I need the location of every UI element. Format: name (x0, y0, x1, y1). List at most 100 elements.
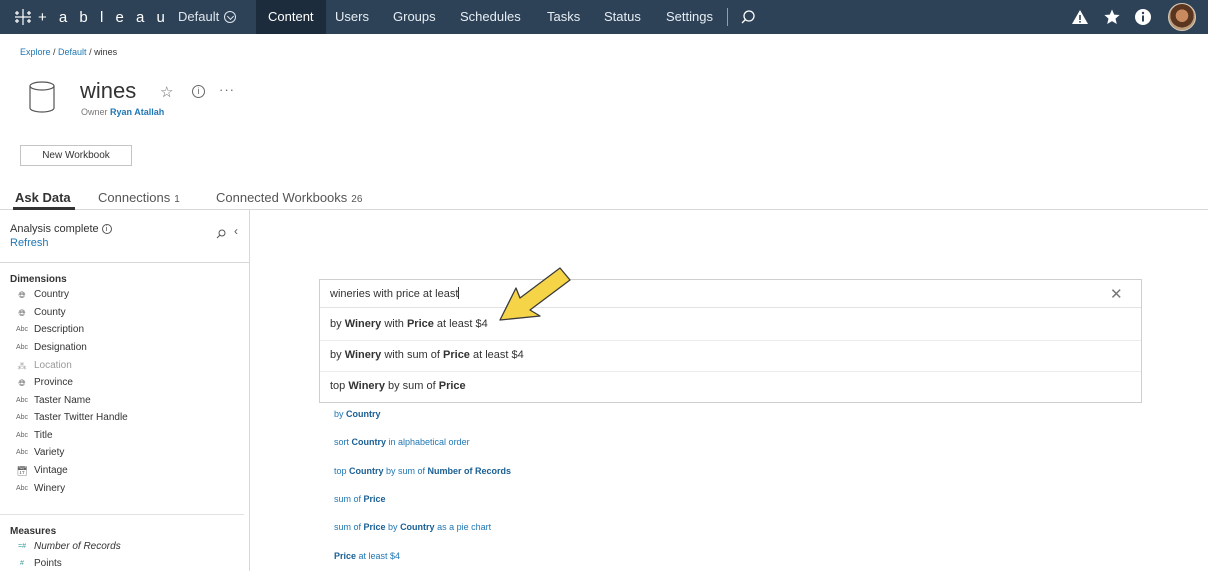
tab-label: Ask Data (15, 190, 71, 205)
site-selector[interactable]: Default (178, 9, 237, 24)
geo-hierarchy-icon: ⁂ (17, 361, 27, 371)
nav-settings[interactable]: Settings (654, 0, 725, 34)
clear-icon[interactable]: ✕ (1110, 285, 1123, 303)
datasource-cylinder-icon (29, 81, 55, 113)
field-name: Taster Twitter Handle (34, 412, 128, 423)
field-name: Vintage (34, 465, 68, 476)
fields-panel: Analysis complete i Refresh ‹ Dimensions … (0, 210, 250, 571)
breadcrumb-separator: / (50, 47, 59, 57)
top-nav-bar: + a b l e a u Default Content Users Grou… (0, 0, 1208, 34)
field-item[interactable]: 📅︎ Vintage (10, 464, 68, 478)
sugg-field: Winery (344, 318, 382, 330)
rec-text: sort (334, 437, 352, 447)
nav-users[interactable]: Users (323, 0, 381, 34)
rec-text: at least $4 (356, 551, 401, 561)
alert-icon[interactable] (1071, 8, 1089, 26)
favorite-star-icon[interactable]: ☆ (160, 83, 173, 101)
nav-content[interactable]: Content (256, 0, 326, 34)
chevron-down-icon (224, 10, 237, 23)
field-name: Designation (34, 342, 87, 353)
sugg-text: with (381, 318, 407, 330)
breadcrumb-explore[interactable]: Explore (20, 47, 51, 57)
rec-text: top (334, 466, 350, 476)
field-item[interactable]: Abc Title (10, 429, 53, 443)
collapse-panel-icon[interactable]: ‹ (234, 224, 238, 238)
more-actions-icon[interactable]: ··· (219, 82, 235, 97)
string-type-icon: Abc (15, 397, 29, 404)
field-item[interactable]: Abc Taster Name (10, 394, 91, 408)
tab-connected-workbooks[interactable]: Connected Workbooks 26 (216, 190, 362, 205)
suggestion-item[interactable]: by Winery with Price at least $4 (330, 318, 488, 330)
field-item[interactable]: =# Number of Records (10, 540, 121, 554)
user-avatar[interactable] (1168, 3, 1196, 31)
tab-label: Connected Workbooks (216, 190, 348, 205)
tab-count: 26 (351, 194, 363, 205)
nav-tasks[interactable]: Tasks (535, 0, 592, 34)
sugg-text: at least $4 (433, 318, 488, 330)
recommendation-item[interactable]: by Country (334, 409, 381, 419)
suggestion-item[interactable]: top Winery by sum of Price (330, 380, 466, 392)
field-name: Country (34, 289, 70, 300)
info-icon[interactable]: i (101, 224, 112, 234)
measures-heading: Measures (10, 526, 57, 537)
owner-line: Owner Ryan Atallah (81, 107, 164, 117)
recommendation-item[interactable]: sum of Price (334, 494, 386, 504)
globe-icon: 🌐︎ (18, 308, 26, 318)
recommendation-item[interactable]: top Country by sum of Number of Records (334, 466, 511, 476)
suggestion-item[interactable]: by Winery with sum of Price at least $4 (330, 349, 524, 361)
ask-data-input[interactable]: wineries with price at least ✕ (320, 280, 1141, 308)
help-info-icon[interactable] (1134, 8, 1152, 26)
rec-text: sum of (334, 522, 364, 532)
field-item[interactable]: Abc Variety (10, 446, 64, 460)
info-icon[interactable]: i (192, 85, 205, 98)
rec-field: Country (349, 466, 384, 476)
field-item[interactable]: ⁂ Location (10, 359, 72, 373)
field-name: Points (34, 558, 62, 569)
nav-status[interactable]: Status (592, 0, 653, 34)
favorites-star-icon[interactable] (1103, 8, 1121, 26)
tab-bar: Ask Data Connections 1 Connected Workbook… (0, 188, 1208, 210)
string-type-icon: Abc (15, 326, 29, 333)
string-type-icon: Abc (15, 414, 29, 421)
divider (0, 514, 244, 515)
new-workbook-button[interactable]: New Workbook (20, 145, 132, 166)
breadcrumb-default[interactable]: Default (58, 47, 87, 57)
rec-field: Price (363, 522, 386, 532)
field-item[interactable]: 🌐︎ Country (10, 288, 69, 302)
nav-divider (727, 8, 728, 26)
sugg-text: at least $4 (469, 349, 524, 361)
rec-text: as a pie chart (434, 522, 492, 532)
field-item[interactable]: # Points (10, 557, 62, 571)
refresh-link[interactable]: Refresh (10, 237, 49, 249)
field-item[interactable]: Abc Taster Twitter Handle (10, 411, 128, 425)
owner-name-link[interactable]: Ryan Atallah (110, 107, 164, 117)
tab-count: 1 (174, 194, 180, 205)
search-icon[interactable] (216, 229, 226, 239)
string-type-icon: Abc (15, 432, 29, 439)
tab-ask-data[interactable]: Ask Data (15, 190, 71, 205)
field-item[interactable]: Abc Description (10, 323, 84, 337)
sugg-text: with sum of (381, 349, 444, 361)
sugg-field: Winery (344, 349, 382, 361)
field-item[interactable]: 🌐︎ Province (10, 376, 73, 390)
tableau-logo[interactable]: + a b l e a u (12, 7, 169, 27)
recommendation-item[interactable]: sort Country in alphabetical order (334, 437, 470, 447)
divider (320, 371, 1141, 372)
rec-field: Number of Records (427, 466, 512, 476)
recommendation-item[interactable]: Price at least $4 (334, 551, 400, 561)
ask-query-value: wineries with price at least (330, 288, 459, 300)
nav-schedules[interactable]: Schedules (448, 0, 533, 34)
field-item[interactable]: 🌐︎ County (10, 306, 65, 320)
field-item[interactable]: Abc Designation (10, 341, 87, 355)
rec-text: sum of (334, 494, 364, 504)
field-item[interactable]: Abc Winery (10, 482, 65, 496)
sugg-text: by (330, 318, 345, 330)
text-caret (458, 287, 460, 299)
nav-groups[interactable]: Groups (381, 0, 448, 34)
number-type-icon: =# (18, 543, 26, 550)
search-icon[interactable] (740, 9, 756, 25)
tableau-logo-icon (15, 9, 31, 25)
tab-connections[interactable]: Connections 1 (98, 190, 180, 205)
recommendation-item[interactable]: sum of Price by Country as a pie chart (334, 522, 491, 532)
sugg-text: by sum of (384, 380, 439, 392)
